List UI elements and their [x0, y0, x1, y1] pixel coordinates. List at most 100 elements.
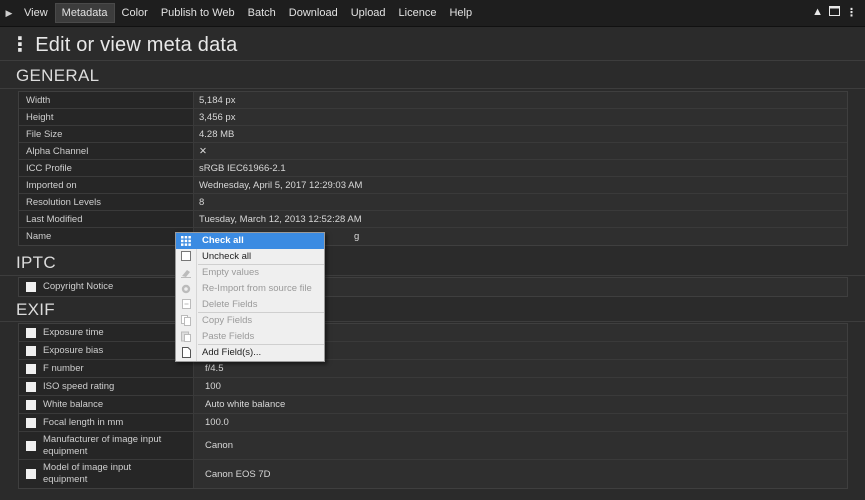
- table-row: Resolution Levels 8: [19, 194, 847, 211]
- menu-item-label: Re-Import from source file: [202, 283, 312, 295]
- field-label: Alpha Channel: [19, 143, 194, 159]
- iptc-table: Copyright Notice: [18, 277, 848, 297]
- field-value[interactable]: 100: [194, 378, 847, 395]
- copy-icon: [176, 313, 196, 329]
- field-value: sRGB IEC61966-2.1: [194, 160, 847, 176]
- delete-fields-icon: [176, 296, 196, 312]
- paste-icon: [176, 329, 196, 345]
- menu-item-uncheck-all[interactable]: Uncheck all: [176, 249, 324, 265]
- field-value: 4.28 MB: [194, 126, 847, 142]
- menu-help[interactable]: Help: [443, 4, 478, 22]
- menu-item-label: Copy Fields: [202, 315, 253, 327]
- menu-color[interactable]: Color: [116, 4, 154, 22]
- field-key: White balance: [19, 396, 194, 413]
- field-checkbox[interactable]: [26, 345, 36, 356]
- table-row: Manufacturer of image input equipment Ca…: [19, 432, 847, 460]
- menu-licence[interactable]: Licence: [393, 4, 443, 22]
- table-row: Last Modified Tuesday, March 12, 2013 12…: [19, 211, 847, 228]
- menu-metadata[interactable]: Metadata: [54, 3, 115, 23]
- field-label: F number: [43, 362, 84, 374]
- menu-item-copy-fields[interactable]: Copy Fields: [176, 313, 324, 329]
- field-checkbox[interactable]: [26, 327, 36, 338]
- triangle-up-icon[interactable]: ▲: [812, 6, 823, 19]
- section-heading-exif: EXIF: [16, 300, 55, 319]
- field-value[interactable]: Canon: [194, 432, 847, 459]
- new-document-icon: [176, 345, 196, 361]
- section-heading-general: GENERAL: [16, 66, 100, 85]
- menu-item-delete-fields[interactable]: Delete Fields: [176, 296, 324, 312]
- field-value[interactable]: Auto white balance: [194, 396, 847, 413]
- field-label: ISO speed rating: [43, 380, 115, 392]
- kebab-icon[interactable]: ⋮: [10, 32, 30, 57]
- menu-batch[interactable]: Batch: [242, 4, 282, 22]
- table-row: Exposure time: [19, 324, 847, 342]
- divider: [0, 88, 865, 89]
- kebab-icon[interactable]: ⋮: [846, 6, 857, 19]
- menu-download[interactable]: Download: [283, 4, 344, 22]
- menu-publish-to-web[interactable]: Publish to Web: [155, 4, 241, 22]
- field-label: White balance: [43, 398, 104, 410]
- table-row: ICC Profile sRGB IEC61966-2.1: [19, 160, 847, 177]
- window-icon[interactable]: [829, 6, 840, 19]
- menu-upload[interactable]: Upload: [345, 4, 392, 22]
- page-title-text: Edit or view meta data: [35, 34, 238, 56]
- field-key: Exposure bias: [19, 342, 194, 359]
- divider: [0, 60, 865, 61]
- table-row: File Size 4.28 MB: [19, 126, 847, 143]
- general-table: Width 5,184 px Height 3,456 px File Size…: [18, 91, 848, 246]
- table-row: Imported on Wednesday, April 5, 2017 12:…: [19, 177, 847, 194]
- menu-item-check-all[interactable]: Check all: [176, 233, 324, 249]
- field-checkbox[interactable]: [26, 417, 36, 428]
- menu-item-paste-fields[interactable]: Paste Fields: [176, 329, 324, 345]
- menu-item-label: Delete Fields: [202, 298, 258, 310]
- field-checkbox[interactable]: [26, 399, 36, 410]
- field-checkbox[interactable]: [26, 381, 36, 392]
- table-row: Width 5,184 px: [19, 92, 847, 109]
- field-checkbox[interactable]: [26, 363, 36, 374]
- table-row: F number f/4.5: [19, 360, 847, 378]
- field-checkbox[interactable]: [26, 440, 36, 451]
- field-value: Wednesday, April 5, 2017 12:29:03 AM: [194, 177, 847, 193]
- field-checkbox[interactable]: [26, 469, 36, 479]
- field-label: Resolution Levels: [19, 194, 194, 210]
- field-label: Exposure time: [43, 326, 104, 338]
- field-label: Height: [19, 109, 194, 125]
- field-key: ISO speed rating: [19, 378, 194, 395]
- field-label: File Size: [19, 126, 194, 142]
- menu-item-empty-values[interactable]: Empty values: [176, 265, 324, 281]
- section-heading-iptc: IPTC: [16, 253, 56, 272]
- field-value: ✕: [194, 143, 847, 159]
- menu-item-reimport[interactable]: Re-Import from source file: [176, 281, 324, 297]
- menu-item-label: Add Field(s)...: [202, 347, 262, 359]
- play-icon[interactable]: ▶: [0, 8, 18, 19]
- field-value[interactable]: Canon EOS 7D: [194, 460, 847, 488]
- table-row: ISO speed rating 100: [19, 378, 847, 396]
- field-label: Name: [19, 228, 194, 245]
- field-checkbox[interactable]: [26, 282, 36, 292]
- field-value[interactable]: 100.0: [194, 414, 847, 431]
- field-value: 8: [194, 194, 847, 210]
- divider: [0, 275, 865, 276]
- field-value[interactable]: f/4.5: [194, 360, 847, 377]
- field-label: Manufacturer of image input equipment: [43, 433, 162, 457]
- field-value: 3,456 px: [194, 109, 847, 125]
- page-title: ⋮ Edit or view meta data: [10, 32, 237, 57]
- table-row: Focal length in mm 100.0: [19, 414, 847, 432]
- field-key: Manufacturer of image input equipment: [19, 432, 194, 459]
- menu-item-add-fields[interactable]: Add Field(s)...: [176, 345, 324, 361]
- field-label: Imported on: [19, 177, 194, 193]
- name-value: g: [354, 231, 360, 242]
- menu-view[interactable]: View: [18, 4, 54, 22]
- field-key: Model of image input equipment: [19, 460, 194, 488]
- table-row: Exposure bias: [19, 342, 847, 360]
- field-key: Copyright Notice: [19, 278, 194, 296]
- field-label: Exposure bias: [43, 344, 104, 356]
- menu-item-label: Uncheck all: [202, 250, 252, 262]
- eraser-icon: [176, 265, 196, 281]
- table-row: White balance Auto white balance: [19, 396, 847, 414]
- field-value: Tuesday, March 12, 2013 12:52:28 AM: [194, 211, 847, 227]
- table-row: Height 3,456 px: [19, 109, 847, 126]
- exif-table: Exposure time Exposure bias F number f/4…: [18, 323, 848, 489]
- menu-item-label: Empty values: [202, 267, 260, 279]
- table-row: Alpha Channel ✕: [19, 143, 847, 160]
